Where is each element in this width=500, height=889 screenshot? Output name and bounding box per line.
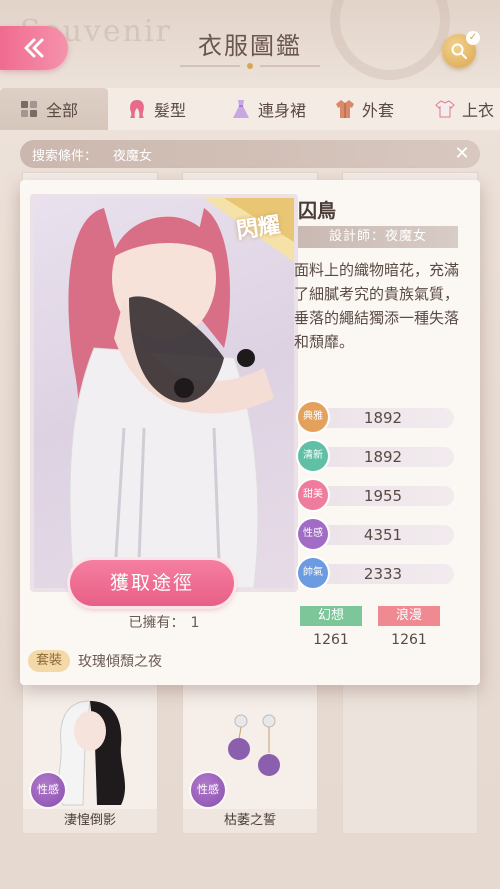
item-description: 面料上的織物暗花，充滿了細膩考究的貴族氣質，垂落的繩結獨添一種失落和頹靡。	[294, 261, 460, 351]
attribute-value: 4351	[363, 526, 403, 544]
grid-card-label: 淒惶倒影	[23, 809, 157, 833]
grid-icon	[21, 101, 37, 117]
designer-label: 設計師：夜魔女	[298, 226, 458, 248]
tab-label: 外套	[362, 101, 395, 120]
attribute-row: 1892 典雅	[298, 402, 454, 432]
hair-icon	[130, 100, 144, 118]
sweet-icon: 甜美	[298, 480, 328, 510]
owned-count: 已擁有： 1	[20, 612, 308, 632]
tab-label: 上衣	[462, 101, 495, 120]
check-icon: ✓	[466, 31, 480, 45]
attribute-value: 1892	[363, 448, 403, 466]
grid-card-empty	[342, 684, 478, 834]
tab-dress[interactable]: 連身裙	[212, 88, 316, 130]
attribute-value: 2333	[363, 565, 403, 583]
coat-icon	[336, 100, 354, 118]
grid-card[interactable]: 性感 枯萎之誓	[182, 684, 318, 834]
item-preview-image: 閃耀	[30, 194, 298, 592]
shine-badge-label: 閃耀	[234, 212, 282, 244]
attribute-row: 1892 清新	[298, 441, 454, 471]
suit-name: 玫瑰傾頹之夜	[78, 654, 163, 670]
grid-card-label: 枯萎之誓	[183, 809, 317, 833]
romantic-tag-value: 1261	[391, 632, 427, 648]
category-tabs: 全部 髮型 連身裙 外套 上衣	[0, 88, 500, 130]
get-method-button[interactable]: 獲取途徑	[70, 560, 234, 606]
attribute-row: 2333 帥氣	[298, 558, 454, 588]
elegant-icon: 典雅	[298, 402, 328, 432]
tab-all[interactable]: 全部	[0, 88, 108, 130]
title-ornament	[180, 63, 320, 69]
dress-icon	[233, 100, 249, 118]
search-condition-value: 夜魔女	[113, 148, 153, 164]
search-icon	[451, 43, 467, 59]
attribute-row: 1955 甜美	[298, 480, 454, 510]
search-condition-bar: 搜索條件： 夜魔女 ✕	[20, 140, 480, 168]
search-condition-label: 搜索條件：	[32, 148, 98, 164]
fantasy-tag: 幻想	[300, 606, 362, 626]
grid-card[interactable]: 性感 淒惶倒影	[22, 684, 158, 834]
stat-badge: 性感	[191, 773, 225, 807]
attribute-row: 4351 性感	[298, 519, 454, 549]
item-detail-popup: 閃耀 獲取途徑 已擁有： 1 套裝 玫瑰傾頹之夜 囚鳥 設計師：夜魔女 面料上的織…	[20, 180, 480, 685]
sexy-icon: 性感	[298, 519, 328, 549]
search-button[interactable]: ✓	[442, 31, 480, 68]
tab-hair[interactable]: 髮型	[108, 88, 212, 130]
shirt-icon	[435, 100, 455, 118]
attribute-value: 1955	[363, 487, 403, 505]
owned-label: 已擁有：	[128, 615, 185, 631]
owned-value: 1	[190, 615, 200, 631]
suit-tag: 套裝	[28, 650, 71, 672]
romantic-tag: 浪漫	[378, 606, 440, 626]
fantasy-tag-value: 1261	[313, 632, 349, 648]
tab-label: 全部	[46, 101, 79, 120]
fresh-icon: 清新	[298, 441, 328, 471]
tab-label: 髮型	[154, 101, 187, 120]
cool-icon: 帥氣	[298, 558, 328, 588]
item-name: 囚鳥	[298, 200, 337, 222]
suit-row[interactable]: 套裝 玫瑰傾頹之夜	[28, 650, 162, 672]
tab-top[interactable]: 上衣	[416, 88, 500, 130]
tab-coat[interactable]: 外套	[316, 88, 416, 130]
attribute-value: 1892	[363, 409, 403, 427]
clear-filter-button[interactable]: ✕	[452, 144, 472, 164]
page-title: 衣服圖鑑	[198, 32, 302, 60]
tab-label: 連身裙	[258, 101, 307, 120]
stat-badge: 性感	[31, 773, 65, 807]
